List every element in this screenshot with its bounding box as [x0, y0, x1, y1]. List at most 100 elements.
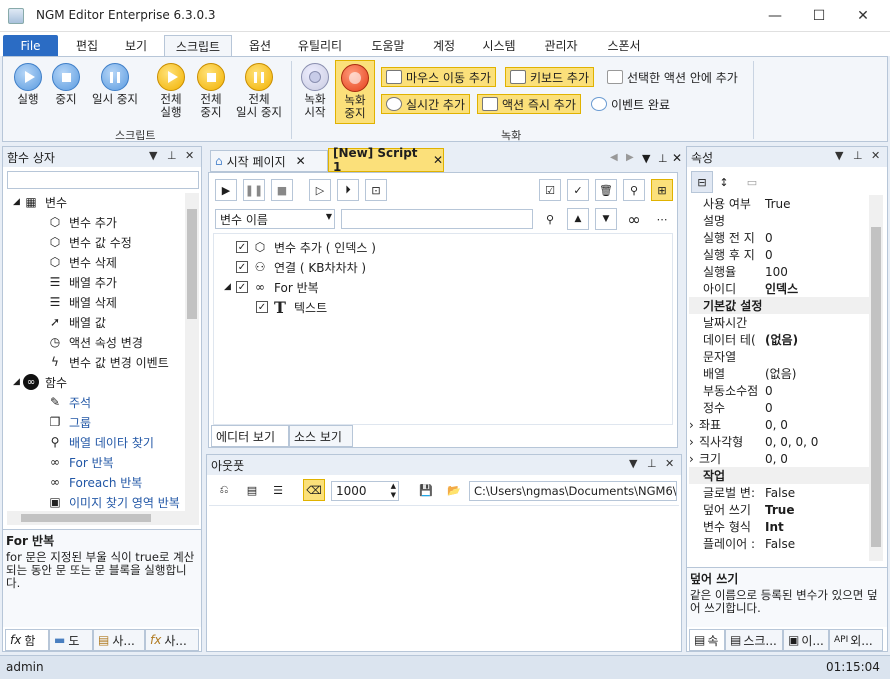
stepper-arrows-icon[interactable]: ▲ ▼ — [391, 482, 396, 500]
check-icon[interactable]: ✓ — [567, 179, 589, 201]
list-item[interactable]: ➚ 배열 값 — [47, 313, 106, 331]
stop-button[interactable]: 중지 — [47, 63, 85, 106]
sort-az-icon[interactable]: ↕ — [713, 171, 735, 193]
list-item[interactable]: ⬡ 변수 추가 — [47, 213, 117, 231]
maximize-button[interactable]: ☐ — [796, 0, 842, 32]
tab-utility[interactable]: 유틸리티 — [288, 35, 352, 56]
close-window-button[interactable]: ✕ — [840, 0, 886, 32]
tab-user-functions[interactable]: fx 사... — [145, 629, 199, 651]
close-tab-icon[interactable]: ✕ — [296, 154, 306, 168]
property-row[interactable]: › 좌표 0, 0 — [689, 416, 869, 433]
property-value[interactable]: 0 — [761, 248, 773, 262]
add-instant-action-button[interactable]: 액션 즉시 추가 — [477, 94, 581, 114]
run-all-button[interactable]: 전체 실행 — [151, 63, 191, 119]
property-row[interactable]: 날짜시간 — [689, 314, 869, 331]
tab-script[interactable]: 스크립트 — [164, 35, 232, 56]
chevron-down-icon[interactable]: ▼ — [595, 208, 617, 230]
close-icon[interactable]: ✕ — [871, 149, 880, 162]
tree-category-variables[interactable]: ◢ ▦ 변수 — [13, 193, 67, 211]
property-row[interactable]: 덮어 쓰기 True — [689, 501, 869, 518]
toolbox-search-input[interactable] — [7, 171, 199, 189]
property-value[interactable]: (없음) — [761, 331, 798, 348]
tree-category-functions[interactable]: ◢ ∞ 함수 — [13, 373, 67, 391]
list-item[interactable]: ⬡ 변수 삭제 — [47, 253, 117, 271]
dropdown-icon[interactable]: ▼ — [835, 149, 843, 162]
pause-button[interactable]: 일시 중지 — [87, 63, 143, 106]
expand-icon[interactable]: ◢ — [224, 282, 236, 292]
tab-sponsor[interactable]: 스폰서 — [596, 35, 652, 56]
pin-icon[interactable]: ⊥ — [167, 149, 177, 162]
open-folder-icon[interactable]: 📂 — [443, 479, 465, 501]
tab-system[interactable]: 시스템 — [472, 35, 526, 56]
property-row[interactable]: › 직사각형 0, 0, 0, 0 — [689, 433, 869, 450]
property-row[interactable]: 실행 전 지 0 — [689, 229, 869, 246]
add-inside-selected-button[interactable]: 선택한 액션 안에 추가 — [603, 67, 742, 87]
horizontal-scrollbar[interactable] — [7, 511, 199, 525]
list-item[interactable]: ⚲ 배열 데이타 찾기 — [47, 433, 154, 451]
tab-account[interactable]: 계정 — [424, 35, 464, 56]
tree-node[interactable]: ◢ ✓ ∞ For 반복 — [224, 278, 319, 296]
property-row[interactable]: 실행 후 지 0 — [689, 246, 869, 263]
checkbox[interactable]: ✓ — [236, 261, 248, 273]
pause-all-button[interactable]: 전체 일시 중지 — [231, 63, 287, 119]
tab-tools[interactable]: ▬ 도 — [49, 629, 93, 651]
property-row[interactable]: 플레이어 : False — [689, 535, 869, 552]
property-value[interactable]: 인덱스 — [761, 280, 798, 297]
pin-icon[interactable]: ⊥ — [853, 149, 863, 162]
property-row[interactable]: 부동소수점 0 — [689, 382, 869, 399]
tab-script-list[interactable]: ▤ 스크... — [725, 629, 783, 651]
close-icon[interactable]: ✕ — [665, 457, 674, 470]
property-row[interactable]: 실행율 100 — [689, 263, 869, 280]
search-input[interactable] — [341, 209, 533, 229]
add-keyboard-button[interactable]: 키보드 추가 — [505, 67, 595, 87]
property-value[interactable]: 0, 0, 0, 0 — [761, 435, 818, 449]
list-item[interactable]: ☰ 배열 추가 — [47, 273, 117, 291]
property-row[interactable]: 글로벌 변: False — [689, 484, 869, 501]
search-icon[interactable]: ⚲ — [623, 179, 645, 201]
property-row[interactable]: › 크기 0, 0 — [689, 450, 869, 467]
tab-source-view[interactable]: 소스 보기 — [289, 425, 353, 447]
tree-node[interactable]: ✓ ⬡ 변수 추가 ( 인덱스 ) — [236, 238, 376, 256]
tab-admin[interactable]: 관리자 — [534, 35, 588, 56]
tree-view-icon[interactable]: ⊞ — [651, 179, 673, 201]
tab-start-page[interactable]: ⌂ 시작 페이지 ✕ — [210, 150, 328, 172]
tab-images[interactable]: ▣ 이... — [783, 629, 829, 651]
tree-node[interactable]: ✓ ⚇ 연결 ( KB차차차 ) — [236, 258, 366, 276]
property-value[interactable]: (없음) — [761, 365, 796, 382]
scroll-right-icon[interactable]: ▶ — [626, 152, 634, 163]
list-item[interactable]: ∞ Foreach 반복 — [47, 473, 142, 491]
delete-icon[interactable]: 🗑 — [595, 179, 617, 201]
categorized-icon[interactable]: ⊟ — [691, 171, 713, 193]
check-all-icon[interactable]: ☑ — [539, 179, 561, 201]
vertical-scrollbar[interactable] — [869, 195, 883, 561]
event-complete-button[interactable]: 이벤트 완료 — [587, 94, 674, 114]
vertical-scrollbar[interactable] — [185, 193, 199, 511]
property-value[interactable]: False — [761, 486, 795, 500]
chevron-up-icon[interactable]: ▲ — [567, 208, 589, 230]
close-icon[interactable]: ✕ — [185, 149, 194, 162]
minimize-button[interactable]: — — [752, 0, 798, 32]
record-start-button[interactable]: 녹화 시작 — [297, 63, 333, 119]
stop-all-button[interactable]: 전체 중지 — [191, 63, 231, 119]
expand-icon[interactable]: › — [689, 418, 699, 432]
list-item[interactable]: ⬡ 변수 값 수정 — [47, 233, 132, 251]
add-realtime-button[interactable]: 실시간 추가 — [381, 94, 471, 114]
loop-icon[interactable]: ∞ — [623, 208, 645, 230]
dropdown-icon[interactable]: ▼ — [642, 152, 650, 165]
property-row[interactable]: 변수 형식 Int — [689, 518, 869, 535]
list-item[interactable]: ◷ 액션 속성 변경 — [47, 333, 143, 351]
property-value[interactable]: 100 — [761, 265, 788, 279]
property-value[interactable]: 0, 0 — [761, 418, 788, 432]
property-value[interactable]: 0, 0 — [761, 452, 788, 466]
pause-icon[interactable]: ❚❚ — [243, 179, 265, 201]
log-path-field[interactable]: C:\Users\ngmas\Documents\NGM6\ — [469, 481, 677, 501]
clear-icon[interactable]: ⎌ — [213, 479, 235, 501]
run-from-icon[interactable]: ⊡ — [365, 179, 387, 201]
tab-options[interactable]: 옵션 — [240, 35, 280, 56]
tab-user[interactable]: ▤ 사... — [93, 629, 145, 651]
tab-file[interactable]: File — [3, 35, 58, 56]
property-row[interactable]: 배열 (없음) — [689, 365, 869, 382]
add-mouse-move-button[interactable]: 마우스 이동 추가 — [381, 67, 496, 87]
file-icon[interactable]: ▤ — [241, 479, 263, 501]
tab-external[interactable]: API 외... — [829, 629, 883, 651]
